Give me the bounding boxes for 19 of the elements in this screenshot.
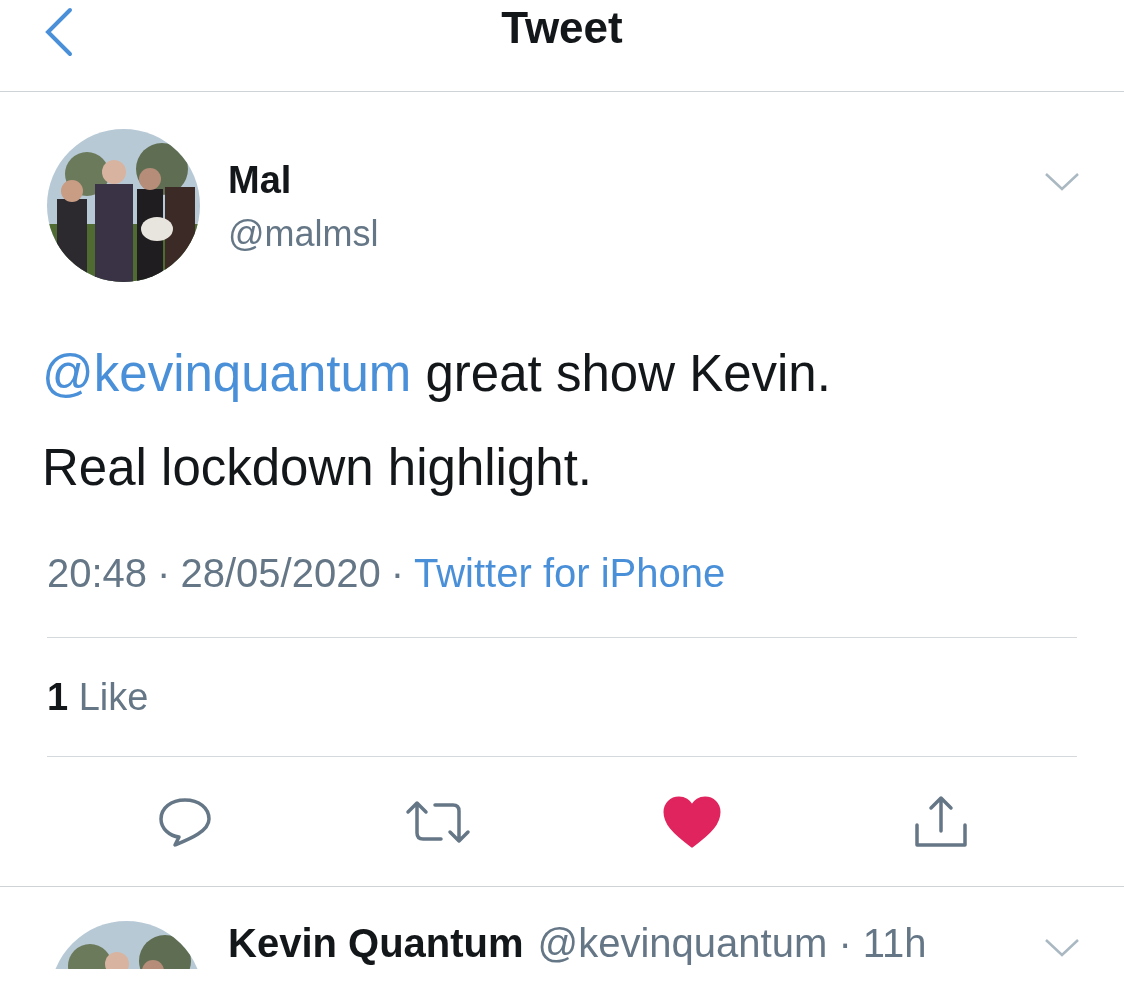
reply-handle: @kevinquantum · 11h bbox=[537, 921, 927, 965]
separator-dot: · bbox=[157, 550, 171, 596]
speech-bubble-icon bbox=[157, 796, 213, 847]
share-icon bbox=[913, 794, 969, 849]
back-icon bbox=[43, 7, 73, 57]
screen-title: Tweet bbox=[501, 2, 623, 53]
mention-link[interactable]: @kevinquantum bbox=[42, 345, 412, 402]
like-count: 1 Like bbox=[47, 675, 149, 719]
tweet-time: 20:48 bbox=[47, 550, 148, 596]
tweet-date: 28/05/2020 bbox=[180, 550, 381, 596]
tweet-text: @kevinquantum great show Kevin. Real lockdown highlight. bbox=[42, 344, 832, 498]
retweet-icon bbox=[405, 798, 471, 845]
author-name: Mal bbox=[228, 158, 293, 203]
chevron-down-icon bbox=[1044, 171, 1080, 193]
chevron-down-icon bbox=[1044, 937, 1080, 959]
source-link[interactable]: Twitter for iPhone bbox=[413, 550, 726, 596]
author-handle: @malmsl bbox=[228, 212, 380, 256]
reply-author-name: Kevin Quantum bbox=[228, 921, 524, 965]
separator-dot: · bbox=[390, 550, 404, 596]
